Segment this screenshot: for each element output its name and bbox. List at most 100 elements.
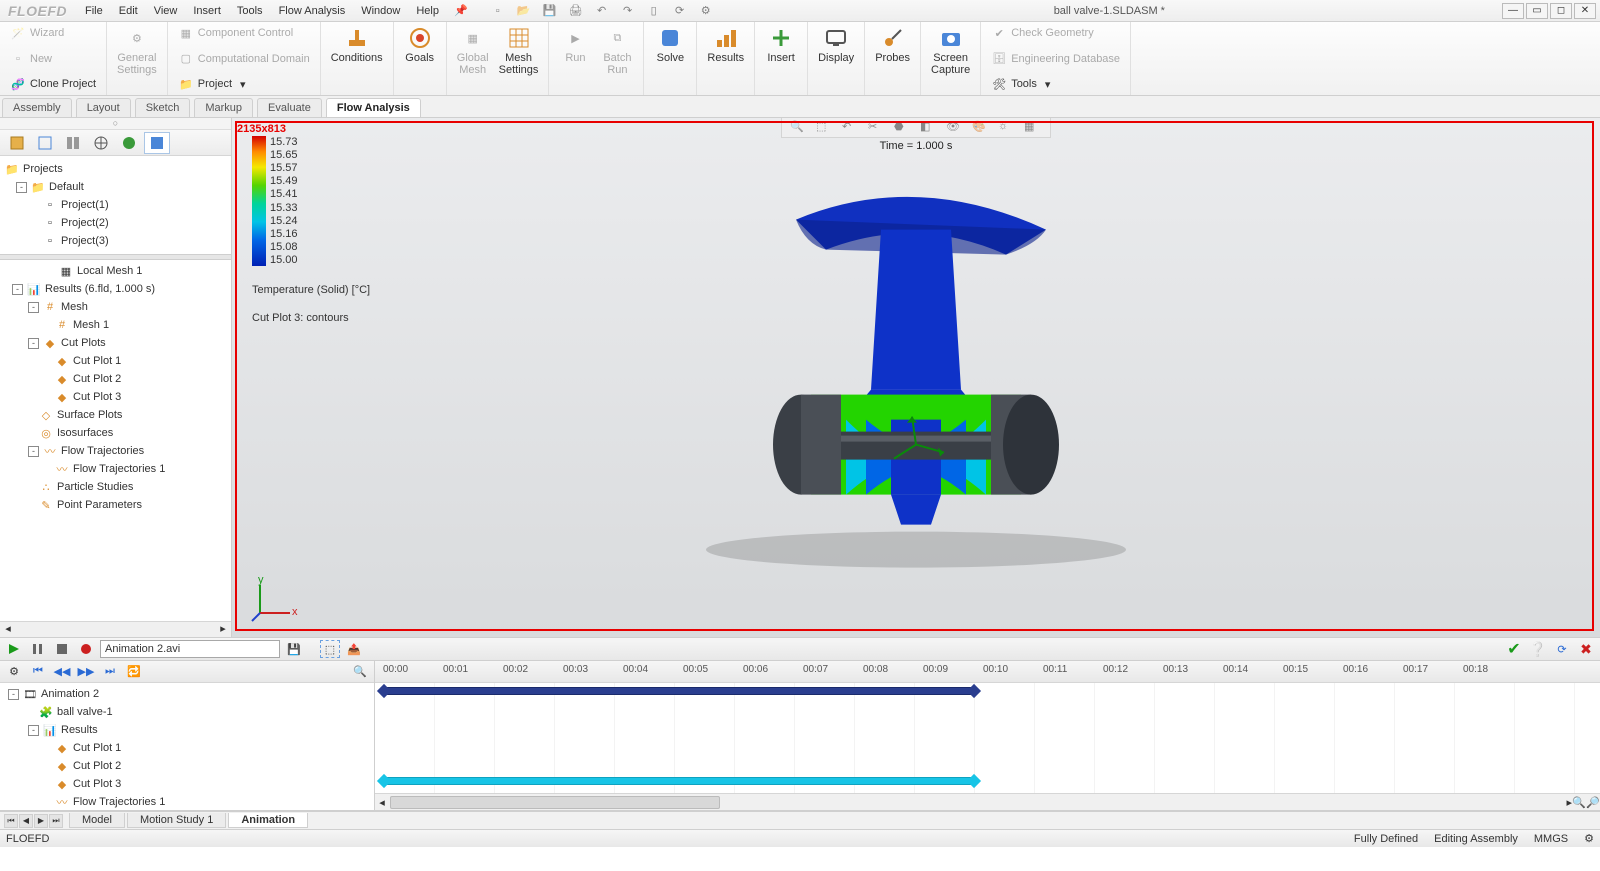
- collapse-icon[interactable]: -: [28, 446, 39, 457]
- bottom-tab-motion[interactable]: Motion Study 1: [127, 813, 226, 828]
- tab-layout[interactable]: Layout: [76, 98, 131, 117]
- project-item[interactable]: Project(2): [61, 217, 109, 229]
- computational-domain-button[interactable]: ▢Computational Domain: [174, 50, 314, 68]
- anim-settings-button[interactable]: ⚙: [4, 663, 24, 681]
- global-mesh-button[interactable]: ▦Global Mesh: [453, 24, 493, 78]
- maximize-button[interactable]: ◻: [1550, 3, 1572, 19]
- check-geometry-button[interactable]: ✔Check Geometry: [987, 24, 1124, 42]
- dimxpert-tab[interactable]: [88, 132, 114, 154]
- zoom-out-icon[interactable]: 🔍: [1572, 796, 1586, 809]
- timeline-tracks[interactable]: [375, 683, 1600, 793]
- record-button[interactable]: [76, 640, 96, 658]
- anim-next-button[interactable]: ▶▶: [76, 663, 96, 681]
- new-button[interactable]: ▫New: [6, 50, 100, 68]
- graphics-viewport[interactable]: 🔍 ⬚ ↶ ✂ ⬣ ◧ 👁 🎨 ☼ ▦ 2135x813 Time = 1.00…: [232, 118, 1600, 637]
- menu-tools[interactable]: Tools: [229, 3, 271, 19]
- tab-evaluate[interactable]: Evaluate: [257, 98, 322, 117]
- collapse-icon[interactable]: -: [12, 284, 23, 295]
- menu-edit[interactable]: Edit: [111, 3, 146, 19]
- timeline-bar-main[interactable]: [383, 687, 973, 695]
- qat-options-icon[interactable]: ⚙: [695, 2, 717, 20]
- panel-grip[interactable]: ○: [0, 118, 231, 130]
- save-anim-button[interactable]: 💾: [284, 640, 304, 658]
- qat-redo-icon[interactable]: ↷: [617, 2, 639, 20]
- collapse-icon[interactable]: -: [16, 182, 27, 193]
- insert-button[interactable]: Insert: [761, 24, 801, 66]
- timeline-bar-results[interactable]: [383, 777, 973, 785]
- timeline-ruler[interactable]: 00:0000:0100:0200:0300:0400:0500:0600:07…: [375, 661, 1600, 683]
- screen-capture-button[interactable]: Screen Capture: [927, 24, 974, 78]
- goals-button[interactable]: Goals: [400, 24, 440, 66]
- sidebar-hscroll[interactable]: ◂▸: [0, 621, 231, 637]
- wizard-button[interactable]: 🪄Wizard: [6, 24, 100, 42]
- collapse-icon[interactable]: -: [28, 338, 39, 349]
- projects-tree[interactable]: 📁Projects -📁Default ▫Project(1) ▫Project…: [0, 156, 231, 254]
- qat-save-icon[interactable]: 💾: [539, 2, 561, 20]
- scroll-thumb[interactable]: [390, 796, 720, 809]
- display-tab[interactable]: [116, 132, 142, 154]
- close-button[interactable]: ✕: [1574, 3, 1596, 19]
- stop-button[interactable]: [52, 640, 72, 658]
- config-tab[interactable]: [60, 132, 86, 154]
- project-item[interactable]: Project(1): [61, 199, 109, 211]
- status-units[interactable]: MMGS: [1534, 833, 1568, 845]
- mesh-settings-button[interactable]: Mesh Settings: [495, 24, 543, 78]
- status-custom-icon[interactable]: ⚙: [1584, 832, 1594, 845]
- feature-tree-tab[interactable]: [4, 132, 30, 154]
- tab-first-button[interactable]: ⏮: [4, 814, 18, 828]
- results-button[interactable]: Results: [703, 24, 748, 66]
- accept-button[interactable]: ✔: [1504, 640, 1524, 658]
- pause-button[interactable]: [28, 640, 48, 658]
- engineering-db-button[interactable]: 🗄Engineering Database: [987, 50, 1124, 68]
- floefd-tab[interactable]: [144, 132, 170, 154]
- tab-sketch[interactable]: Sketch: [135, 98, 191, 117]
- menu-flow-analysis[interactable]: Flow Analysis: [271, 3, 354, 19]
- property-tab[interactable]: [32, 132, 58, 154]
- qat-select-icon[interactable]: ▯: [643, 2, 665, 20]
- anim-zoom-button[interactable]: 🔍: [350, 663, 370, 681]
- menu-help[interactable]: Help: [408, 3, 447, 19]
- tab-last-button[interactable]: ⏭: [49, 814, 63, 828]
- refresh-button[interactable]: ⟳: [1552, 640, 1572, 658]
- menu-insert[interactable]: Insert: [185, 3, 229, 19]
- bottom-tab-animation[interactable]: Animation: [228, 813, 308, 828]
- tab-next-button[interactable]: ▶: [34, 814, 48, 828]
- clone-project-button[interactable]: 🧬Clone Project: [6, 75, 100, 93]
- anim-prev-button[interactable]: ◀◀: [52, 663, 72, 681]
- select-mode-button[interactable]: ⬚: [320, 640, 340, 658]
- cancel-button[interactable]: ✖: [1576, 640, 1596, 658]
- explode-button[interactable]: 📤: [344, 640, 364, 658]
- anim-loop-button[interactable]: 🔁: [124, 663, 144, 681]
- tab-prev-button[interactable]: ◀: [19, 814, 33, 828]
- qat-print-icon[interactable]: 🖨: [565, 2, 587, 20]
- qat-open-icon[interactable]: 📂: [513, 2, 535, 20]
- tab-assembly[interactable]: Assembly: [2, 98, 72, 117]
- project-dropdown[interactable]: 📁Project▾: [174, 75, 314, 93]
- anim-end-button[interactable]: ⏭: [100, 663, 120, 681]
- menu-file[interactable]: File: [77, 3, 111, 19]
- run-button[interactable]: ▶Run: [555, 24, 595, 66]
- display-button[interactable]: Display: [814, 24, 858, 66]
- collapse-icon[interactable]: -: [28, 302, 39, 313]
- qat-rebuild-icon[interactable]: ⟳: [669, 2, 691, 20]
- bottom-tab-model[interactable]: Model: [69, 813, 125, 828]
- qat-undo-icon[interactable]: ↶: [591, 2, 613, 20]
- conditions-button[interactable]: Conditions: [327, 24, 387, 66]
- project-item[interactable]: Project(3): [61, 235, 109, 247]
- batch-run-button[interactable]: ⧉Batch Run: [597, 24, 637, 78]
- minimize-button[interactable]: —: [1502, 3, 1524, 19]
- solve-button[interactable]: Solve: [650, 24, 690, 66]
- tools-dropdown[interactable]: 🛠Tools▾: [987, 75, 1124, 93]
- component-control-button[interactable]: ▦Component Control: [174, 24, 314, 42]
- anim-start-button[interactable]: ⏮: [28, 663, 48, 681]
- orientation-triad[interactable]: y x: [250, 573, 300, 623]
- probes-button[interactable]: Probes: [871, 24, 914, 66]
- restore-button[interactable]: ▭: [1526, 3, 1548, 19]
- pin-icon[interactable]: 📌: [447, 4, 475, 17]
- general-settings-button[interactable]: ⚙General Settings: [113, 24, 161, 78]
- help-button[interactable]: ❔: [1528, 640, 1548, 658]
- menu-view[interactable]: View: [146, 3, 186, 19]
- tab-markup[interactable]: Markup: [194, 98, 253, 117]
- menu-window[interactable]: Window: [353, 3, 408, 19]
- timeline-hscroll[interactable]: ◂ ▸ 🔍 🔎: [375, 793, 1600, 810]
